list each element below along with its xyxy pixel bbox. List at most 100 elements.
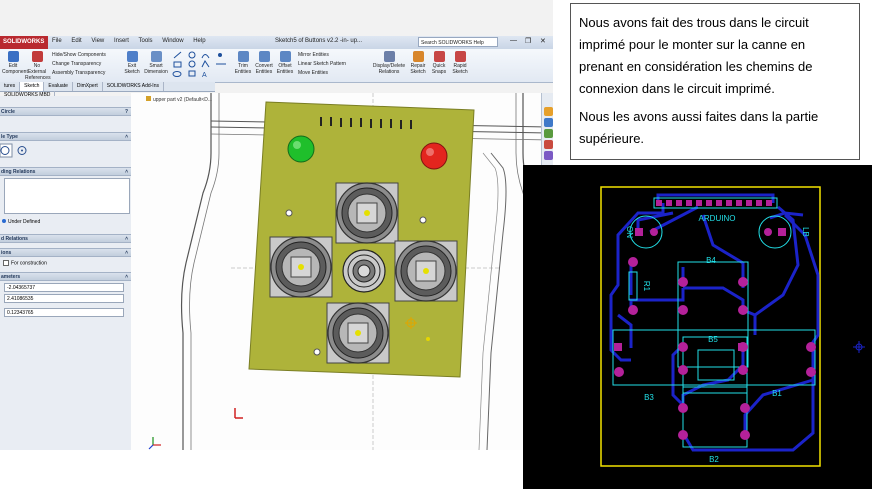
collapse-icon[interactable]: ˄ [125, 168, 128, 177]
appearances-icon[interactable] [544, 151, 553, 160]
r1-label: R1 [642, 281, 651, 292]
tab-evaluate[interactable]: Evaluate [44, 82, 73, 91]
origin-crosshair [853, 341, 865, 353]
restore-icon[interactable]: ❐ [525, 37, 531, 45]
push-button-right[interactable] [394, 240, 458, 302]
circle-panel-title: Circle [1, 109, 15, 115]
trim-entities-button[interactable]: Trim Entities [233, 51, 253, 75]
rapid-sketch-label: Rapid Sketch [452, 63, 468, 75]
collapse-icon[interactable]: ˄ [125, 273, 128, 282]
for-construction-checkbox[interactable]: For construction [3, 260, 47, 266]
button-b5-inner [697, 349, 735, 381]
design-library-icon[interactable] [544, 118, 553, 127]
sketch-tools-grid: A [172, 51, 230, 79]
change-transparency-button[interactable]: Change Transparency [52, 61, 101, 67]
mirror-entities-button[interactable]: Mirror Entities [298, 52, 329, 58]
sketch-tools-icons[interactable]: A [172, 51, 230, 79]
tab-features[interactable]: tures [0, 82, 21, 91]
smart-dimension-button[interactable]: Smart Dimension [143, 51, 169, 75]
handle-outline-left-inner [189, 88, 220, 450]
add-relations-header[interactable]: d Relations ˄ [0, 234, 131, 243]
convert-entities-button[interactable]: Convert Entities [253, 51, 275, 75]
move-entities-button[interactable]: Move Entities [298, 70, 328, 76]
hide-show-components-button[interactable]: Hide/Show Components [52, 52, 106, 58]
close-icon[interactable]: ✕ [540, 37, 546, 45]
quick-snaps-button[interactable]: Quick Snaps [429, 51, 449, 75]
no-external-references-button[interactable]: No External References [25, 51, 51, 81]
circle-panel-header[interactable]: Circle? [0, 107, 131, 116]
help-icon[interactable]: ? [125, 108, 128, 117]
linear-sketch-pattern-button[interactable]: Linear Sketch Pattern [298, 61, 346, 67]
offset-icon [279, 51, 291, 62]
menu-help[interactable]: Help [193, 38, 205, 44]
circle-type-options [0, 143, 40, 159]
menu-tools[interactable]: Tools [139, 38, 153, 44]
file-explorer-icon[interactable] [544, 129, 553, 138]
quick-snaps-label: Quick Snaps [431, 63, 447, 75]
model-view[interactable] [131, 88, 552, 450]
resources-icon[interactable] [544, 107, 553, 116]
edit-component-button[interactable]: Edit Component [2, 51, 28, 75]
help-search-input[interactable]: Search SOLIDWORKS Help [418, 37, 498, 47]
red-led-highlight [426, 148, 434, 156]
push-button-bottom[interactable] [326, 302, 390, 364]
smart-dimension-label: Smart Dimension [144, 63, 168, 75]
convert-entities-label: Convert Entities [255, 63, 273, 75]
menu-window[interactable]: Window [162, 38, 183, 44]
tab-addins[interactable]: SOLIDWORKS Add-Ins [103, 82, 164, 91]
repair-sketch-button[interactable]: Repair Sketch [408, 51, 428, 75]
center-circle-icon[interactable] [0, 143, 13, 158]
repair-sketch-label: Repair Sketch [410, 63, 426, 75]
center-x-field[interactable]: -2.04365737 [4, 283, 124, 292]
exit-sketch-button[interactable]: Exit Sketch [121, 51, 143, 75]
checkbox-box[interactable] [3, 260, 9, 266]
red-led[interactable] [420, 142, 448, 170]
trim-icon [237, 51, 249, 62]
display-delete-relations-label: Display/Delete Relations [372, 63, 406, 75]
repair-icon [412, 51, 424, 62]
collapse-icon[interactable]: ˄ [125, 235, 128, 244]
minimize-icon[interactable]: — [510, 37, 517, 44]
tab-dimxpert[interactable]: DimXpert [73, 82, 103, 91]
app-logo: SOLIDWORKS [0, 36, 48, 49]
lb-label: LB [801, 227, 810, 237]
collapse-icon[interactable]: ˄ [125, 249, 128, 258]
push-button-top[interactable] [335, 182, 399, 244]
offset-entities-label: Offset Entities [276, 63, 294, 75]
radius-field[interactable]: 0.12343765 [4, 308, 124, 317]
center-button-sketch-circle[interactable] [342, 249, 386, 293]
options-header[interactable]: ions ˄ [0, 248, 131, 257]
led-lb-outline [758, 215, 792, 249]
relations-icon [383, 51, 395, 62]
button-b4-outline [677, 261, 749, 368]
view-orientation-triad[interactable] [148, 437, 161, 450]
view-palette-icon[interactable] [544, 140, 553, 149]
menu-insert[interactable]: Insert [114, 38, 129, 44]
command-tabs: tures Sketch Evaluate DimXpert SOLIDWORKS Ad… [0, 82, 215, 100]
feature-tree-breadcrumb[interactable]: upper part v2 (Default<D... [146, 96, 212, 103]
b1-label: B1 [772, 389, 782, 398]
circle-type-header[interactable]: le Type ˄ [0, 132, 131, 141]
trim-entities-label: Trim Entities [234, 63, 252, 75]
menu-file[interactable]: File [52, 38, 62, 44]
mounting-hole [419, 216, 427, 224]
assembly-transparency-button[interactable]: Assembly Transparency [52, 70, 105, 76]
display-delete-relations-button[interactable]: Display/Delete Relations [372, 51, 406, 75]
pads [614, 200, 816, 440]
b3-label: B3 [644, 393, 654, 402]
push-button-left[interactable] [269, 236, 333, 298]
tab-sketch[interactable]: Sketch [20, 82, 45, 91]
no-references-icon [31, 51, 43, 62]
parameters-header[interactable]: ameters ˄ [0, 272, 131, 281]
add-relations-label: d Relations [1, 236, 28, 242]
green-led[interactable] [287, 135, 315, 163]
center-y-field[interactable]: 2.41086535 [4, 294, 124, 303]
menu-view[interactable]: View [91, 38, 104, 44]
offset-entities-button[interactable]: Offset Entities [275, 51, 295, 75]
collapse-icon[interactable]: ˄ [125, 133, 128, 142]
rapid-sketch-button[interactable]: Rapid Sketch [450, 51, 470, 75]
existing-relations-header[interactable]: ding Relations ˄ [0, 167, 131, 176]
menu-edit[interactable]: Edit [71, 38, 81, 44]
relations-list[interactable] [4, 178, 130, 214]
graphics-area[interactable] [131, 88, 552, 450]
